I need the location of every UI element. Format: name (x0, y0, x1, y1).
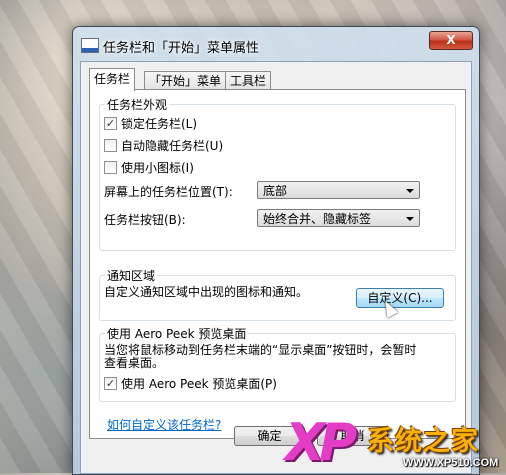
site-watermark: XP 系统之家 WWW.XP510.COM (285, 413, 506, 473)
checkbox-label: 锁定任务栏(L) (121, 116, 198, 131)
checkbox-label: 自动隐藏任务栏(U) (121, 138, 224, 153)
buttons-label: 任务栏按钮(B): (104, 213, 186, 227)
close-button[interactable]: X (429, 31, 473, 50)
buttons-select[interactable]: 始终合并、隐藏标签 (257, 209, 420, 227)
checkbox-box[interactable] (104, 138, 117, 152)
lock-taskbar-checkbox[interactable]: ✓ 锁定任务栏(L) (104, 115, 197, 131)
group-title-appearance: 任务栏外观 (105, 96, 170, 113)
select-value: 始终合并、隐藏标签 (263, 212, 372, 226)
tab-toolbars[interactable]: 工具栏 (225, 71, 272, 90)
select-value: 底部 (263, 184, 288, 198)
tab-start-menu[interactable]: 「开始」菜单 (144, 71, 227, 90)
tab-taskbar[interactable]: 任务栏 (89, 68, 136, 91)
group-taskbar-appearance: 任务栏外观 ✓ 锁定任务栏(L) 自动隐藏任务栏(U) 使用小图标(I) 屏幕上… (99, 96, 456, 251)
position-select[interactable]: 底部 (257, 181, 420, 199)
dropdown-arrow-icon (406, 217, 414, 221)
dropdown-arrow-icon (406, 189, 414, 193)
group-aero-peek: 使用 Aero Peek 预览桌面 当您将鼠标移动到任务栏末端的“显示桌面”按钮… (99, 325, 456, 402)
group-title-aero-peek: 使用 Aero Peek 预览桌面 (105, 325, 249, 342)
properties-dialog: 任务栏和「开始」菜单属性 X 任务栏 「开始」菜单 工具栏 任务栏外观 ✓ 锁定… (72, 26, 480, 475)
checkbox-box[interactable] (104, 160, 117, 174)
checkbox-box[interactable]: ✓ (104, 116, 117, 130)
group-notification-area: 通知区域 自定义通知区域中出现的图标和通知。 自定义(C)... (99, 267, 456, 321)
tab-panel-taskbar: 任务栏外观 ✓ 锁定任务栏(L) 自动隐藏任务栏(U) 使用小图标(I) 屏幕上… (89, 89, 466, 439)
notification-description: 自定义通知区域中出现的图标和通知。 (104, 285, 309, 299)
checkbox-label: 使用小图标(I) (121, 160, 194, 175)
window-title: 任务栏和「开始」菜单属性 (103, 41, 260, 56)
customize-button[interactable]: 自定义(C)... (356, 288, 444, 308)
autohide-taskbar-checkbox[interactable]: 自动隐藏任务栏(U) (104, 137, 223, 153)
title-bar[interactable]: 任务栏和「开始」菜单属性 X (73, 27, 479, 61)
position-label: 屏幕上的任务栏位置(T): (104, 185, 233, 199)
checkbox-label: 使用 Aero Peek 预览桌面(P) (121, 376, 277, 391)
group-title-notification: 通知区域 (105, 267, 158, 284)
aero-peek-description-line2: 查看桌面。 (104, 356, 165, 370)
aero-peek-checkbox[interactable]: ✓ 使用 Aero Peek 预览桌面(P) (104, 375, 277, 391)
watermark-brand: 系统之家 (367, 426, 479, 457)
checkbox-box[interactable]: ✓ (104, 376, 117, 390)
watermark-logo: XP (285, 413, 357, 473)
small-icons-checkbox[interactable]: 使用小图标(I) (104, 159, 194, 175)
help-link[interactable]: 如何自定义该任务栏? (107, 416, 221, 433)
watermark-url: WWW.XP510.COM (403, 457, 499, 469)
taskbar-app-icon (81, 38, 99, 53)
